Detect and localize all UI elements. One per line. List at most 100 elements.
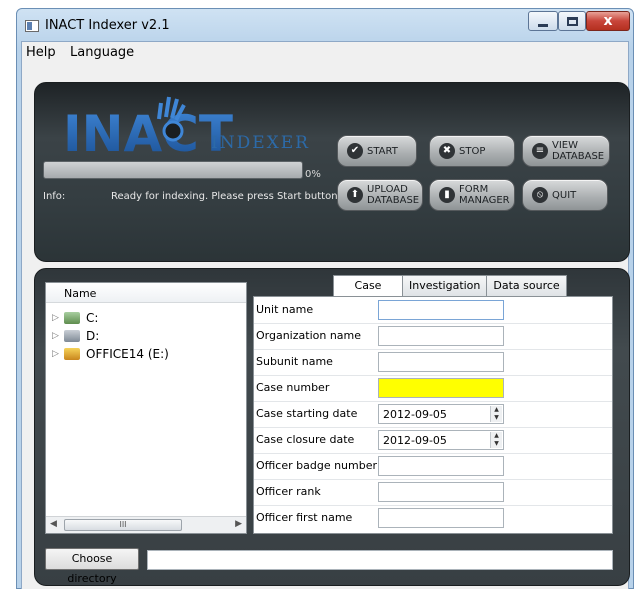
tab-bar: Case Investigation Data source	[333, 275, 567, 296]
choose-directory-button[interactable]: Choose directory	[45, 548, 139, 585]
spin-down-icon[interactable]: ▼	[491, 440, 502, 448]
subunit-name-field[interactable]	[378, 352, 504, 372]
directory-tree[interactable]: Name ▷ C: ▷ D: ▷ OFFICE14 (E:) ◀ III ▶	[45, 282, 247, 534]
case-closure-date-label: Case closure date	[256, 433, 355, 446]
scroll-thumb[interactable]: III	[64, 519, 182, 531]
form-row-officer-first-name: Officer first name	[254, 505, 612, 531]
spin-down-icon[interactable]: ▼	[491, 414, 502, 422]
stop-button[interactable]: ✖ STOP	[429, 135, 515, 167]
officer-first-name-label: Officer first name	[256, 511, 353, 524]
quit-button[interactable]: ⦸ QUIT	[522, 179, 608, 211]
menu-help[interactable]: Help	[26, 45, 56, 60]
view-database-label: VIEW DATABASE	[552, 140, 604, 162]
directory-path-input[interactable]	[147, 550, 613, 570]
menu-bar: Help Language	[22, 42, 628, 64]
form-row-officer-badge-number: Officer badge number	[254, 453, 612, 479]
title-bar[interactable]: INACT Indexer v2.1 x	[17, 9, 633, 41]
upload-database-label: UPLOAD DATABASE	[367, 184, 419, 206]
start-label: START	[367, 145, 398, 157]
form-label-line1: FORM	[459, 184, 489, 195]
close-button[interactable]: x	[586, 11, 630, 31]
expand-arrow-icon[interactable]: ▷	[52, 349, 64, 359]
organization-name-field[interactable]	[378, 326, 504, 346]
case-starting-date-field[interactable]: 2012-09-05 ▲ ▼	[378, 404, 504, 424]
expand-arrow-icon[interactable]: ▷	[52, 331, 64, 341]
officer-rank-label: Officer rank	[256, 485, 321, 498]
form-row-subunit-name: Subunit name	[254, 349, 612, 375]
maximize-button[interactable]	[558, 11, 586, 31]
form-manager-button[interactable]: ▮ FORM MANAGER	[429, 179, 515, 211]
form-manager-label: FORM MANAGER	[459, 184, 510, 206]
progress-percent: 0%	[305, 169, 321, 180]
case-closure-date-value: 2012-09-05	[383, 434, 447, 447]
minimize-icon	[538, 23, 548, 27]
horizontal-scrollbar[interactable]: ◀ III ▶	[46, 516, 246, 533]
view-label-line2: DATABASE	[552, 151, 605, 162]
power-icon: ⦸	[532, 187, 548, 203]
tree-item-e[interactable]: ▷ OFFICE14 (E:)	[52, 345, 169, 363]
quit-label: QUIT	[552, 189, 577, 201]
officer-badge-number-label: Officer badge number	[256, 459, 378, 472]
form-label-line2: MANAGER	[459, 195, 510, 206]
form-row-officer-rank: Officer rank	[254, 479, 612, 505]
progress-bar	[43, 161, 303, 179]
date-spinner[interactable]: ▲ ▼	[490, 432, 502, 448]
logo-indexer-text: INDEXER	[211, 133, 310, 153]
list-icon: ≡	[532, 143, 548, 159]
tab-investigation[interactable]: Investigation	[402, 275, 488, 296]
officer-badge-number-field[interactable]	[378, 456, 504, 476]
tree-item-label: C:	[86, 311, 99, 325]
tree-item-c[interactable]: ▷ C:	[52, 309, 98, 327]
expand-arrow-icon[interactable]: ▷	[52, 313, 64, 323]
maximize-icon	[566, 16, 578, 26]
x-icon: ✖	[439, 143, 455, 159]
form-row-organization-name: Organization name	[254, 323, 612, 349]
unit-name-field[interactable]	[378, 300, 504, 320]
control-panel: INACT INDEXER 0% Info: Ready for indexin…	[34, 82, 630, 262]
view-database-button[interactable]: ≡ VIEW DATABASE	[522, 135, 610, 167]
upload-label-line2: DATABASE	[367, 195, 420, 206]
logo-eye-icon	[162, 120, 184, 142]
case-number-field[interactable]	[378, 378, 504, 398]
form-row-case-closure-date: Case closure date 2012-09-05 ▲ ▼	[254, 427, 612, 453]
stop-label: STOP	[459, 145, 486, 157]
form-row-case-number: Case number	[254, 375, 612, 401]
tree-header[interactable]: Name	[46, 283, 246, 303]
officer-first-name-field[interactable]	[378, 508, 504, 528]
case-closure-date-field[interactable]: 2012-09-05 ▲ ▼	[378, 430, 504, 450]
tab-case[interactable]: Case	[333, 275, 403, 296]
logo-brand-text: INACT	[63, 105, 233, 161]
start-button[interactable]: ✔ START	[337, 135, 417, 167]
form-row-case-starting-date: Case starting date 2012-09-05 ▲ ▼	[254, 401, 612, 427]
case-starting-date-label: Case starting date	[256, 407, 358, 420]
unit-name-label: Unit name	[256, 303, 314, 316]
upload-label-line1: UPLOAD	[367, 184, 408, 195]
upload-database-button[interactable]: ⬆ UPLOAD DATABASE	[337, 179, 423, 211]
menu-language[interactable]: Language	[70, 45, 134, 60]
drive-e-icon	[64, 348, 80, 360]
tree-item-label: OFFICE14 (E:)	[86, 347, 169, 361]
form-icon: ▮	[439, 187, 455, 203]
check-icon: ✔	[347, 143, 363, 159]
info-message: Ready for indexing. Please press Start b…	[111, 191, 341, 202]
spin-up-icon[interactable]: ▲	[491, 406, 502, 414]
view-label-line1: VIEW	[552, 140, 578, 151]
drive-c-icon	[64, 312, 80, 324]
window-title: INACT Indexer v2.1	[45, 18, 170, 33]
subunit-name-label: Subunit name	[256, 355, 333, 368]
tree-header-label: Name	[64, 287, 97, 300]
minimize-button[interactable]	[528, 11, 558, 31]
case-starting-date-value: 2012-09-05	[383, 408, 447, 421]
scroll-right-icon[interactable]: ▶	[235, 519, 242, 529]
app-icon[interactable]	[25, 20, 39, 32]
tree-item-d[interactable]: ▷ D:	[52, 327, 99, 345]
case-number-label: Case number	[256, 381, 330, 394]
indexing-panel: Name ▷ C: ▷ D: ▷ OFFICE14 (E:) ◀ III ▶ C…	[34, 268, 630, 586]
date-spinner[interactable]: ▲ ▼	[490, 406, 502, 422]
spin-up-icon[interactable]: ▲	[491, 432, 502, 440]
organization-name-label: Organization name	[256, 329, 362, 342]
scroll-left-icon[interactable]: ◀	[50, 519, 57, 529]
tree-item-label: D:	[86, 329, 100, 343]
officer-rank-field[interactable]	[378, 482, 504, 502]
tab-data-source[interactable]: Data source	[486, 275, 567, 296]
